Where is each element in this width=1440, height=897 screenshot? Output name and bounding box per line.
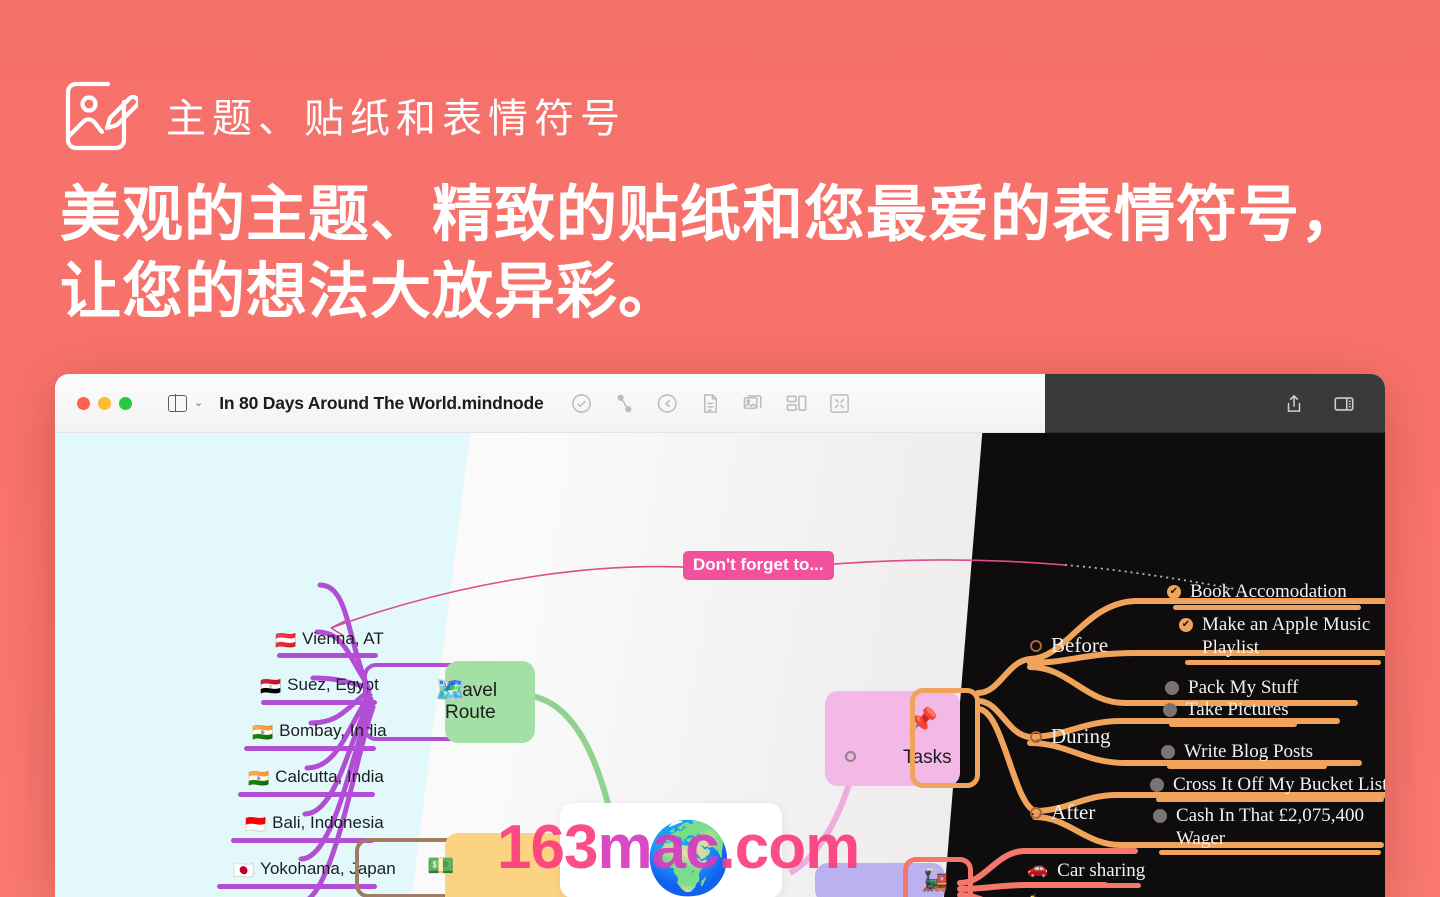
sidebar-icon (168, 393, 187, 413)
node-bullet (845, 751, 856, 762)
node-tasks-frame[interactable] (910, 688, 980, 788)
leaf-underline (238, 792, 375, 797)
task-group-label: After (1051, 800, 1096, 824)
page-title: 美观的主题、精致的贴纸和您最爱的表情符号， 让您的想法大放异彩。 (60, 176, 1390, 330)
leaf-underline (277, 653, 378, 658)
hero-title-line-2: 让您的想法大放异彩。 (60, 256, 681, 325)
transport-item[interactable]: 🚗 Car sharing (1027, 859, 1145, 882)
flag-icon: 🇪🇬 (260, 677, 282, 696)
task-item[interactable]: ✔ Book Accomodation (1167, 580, 1347, 603)
leaf-underline (217, 884, 377, 889)
watermark-part-b: mac (597, 813, 719, 882)
image-edit-icon (62, 78, 141, 152)
hero-eyebrow-row: 主题、贴纸和表情符号 (62, 78, 626, 152)
task-group-label: Before (1051, 633, 1109, 657)
watermark: 163mac.com (497, 812, 861, 883)
scooter-icon: 🛵 (1025, 893, 1046, 897)
checkmark-circle-icon[interactable] (570, 392, 593, 415)
hero-section: 主题、贴纸和表情符号 美观的主题、精致的贴纸和您最爱的表情符号， 让您的想法大放… (0, 0, 1440, 370)
zoom-button[interactable] (119, 396, 132, 410)
note-icon[interactable] (699, 392, 722, 415)
list-item-label: Bali, Indonesia (272, 813, 384, 832)
task-item[interactable]: Write Blog Posts (1161, 740, 1313, 763)
task-group-label: During (1051, 724, 1111, 748)
leaf-underline (244, 746, 376, 751)
document-title[interactable]: In 80 Days Around The World.mindnode (219, 393, 544, 414)
list-item[interactable]: 🇮🇳 Calcutta, India (248, 767, 384, 789)
flag-icon: 🇮🇩 (245, 815, 267, 834)
list-item[interactable]: 🇪🇬 Suez, Egypt (260, 675, 379, 697)
leaf-underline (1156, 797, 1384, 802)
group-bullet-icon (1030, 730, 1042, 743)
list-item-label: Vienna, AT (302, 629, 384, 648)
car-icon: 🚗 (1027, 859, 1049, 878)
right-toolbar[interactable] (1283, 374, 1355, 433)
leaf-underline (231, 838, 374, 843)
transport-item-label: Car sharing (1057, 860, 1146, 881)
checkbox-checked-icon[interactable]: ✔ (1179, 618, 1193, 632)
task-group-title[interactable]: During (1030, 724, 1111, 749)
watermark-part-a: 163 (497, 813, 598, 882)
transport-item-label: Scooters (1055, 893, 1120, 897)
task-item[interactable]: Cross It Off My Bucket List (1150, 773, 1385, 796)
checkbox-empty-icon[interactable] (1161, 745, 1175, 759)
task-item-label: Pack My Stuff (1188, 677, 1299, 698)
task-item[interactable]: Pack My Stuff (1165, 676, 1298, 699)
flag-icon: 🇦🇹 (275, 631, 297, 650)
fold-icon[interactable] (828, 392, 851, 415)
checkbox-empty-icon[interactable] (1153, 809, 1167, 823)
toolbar[interactable] (570, 392, 851, 415)
checkbox-empty-icon[interactable] (1165, 681, 1179, 695)
node-transport-frame[interactable] (903, 857, 973, 897)
money-sticker-icon: 💵 (427, 853, 455, 878)
task-item[interactable]: ✔ Make an Apple Music Playlist (1179, 613, 1385, 659)
task-item-label: Take Pictures (1186, 699, 1289, 720)
task-item[interactable]: Cash In That £2,075,400 Wager (1153, 804, 1368, 850)
task-item-label: Write Blog Posts (1184, 741, 1314, 762)
leaf-underline (1169, 722, 1297, 727)
transport-item[interactable]: 🛵 Scooters (1025, 893, 1121, 897)
task-item-label: Book Accomodation (1190, 581, 1347, 602)
task-item[interactable]: Take Pictures (1163, 698, 1289, 721)
list-item[interactable]: 🇮🇩 Bali, Indonesia (245, 813, 384, 835)
checkbox-checked-icon[interactable]: ✔ (1167, 585, 1181, 599)
minimize-button[interactable] (98, 396, 111, 410)
inspector-icon[interactable] (1333, 393, 1355, 415)
hero-eyebrow: 主题、贴纸和表情符号 (166, 97, 626, 141)
flag-icon: 🇮🇳 (248, 769, 270, 788)
leaf-underline (1173, 605, 1361, 610)
window-titlebar: ⌄ In 80 Days Around The World.mindnode (55, 374, 1385, 433)
hero-title-line-1: 美观的主题、精致的贴纸和您最爱的表情符号， (60, 180, 1363, 248)
checkbox-empty-icon[interactable] (1163, 703, 1177, 717)
leaf-underline (1167, 764, 1327, 769)
leaf-underline (261, 700, 377, 705)
flag-icon: 🇯🇵 (233, 861, 255, 880)
close-button[interactable] (77, 396, 90, 410)
list-item[interactable]: 🇦🇹 Vienna, AT (275, 629, 384, 651)
checkbox-empty-icon[interactable] (1150, 778, 1164, 792)
leaf-underline (1159, 850, 1381, 855)
node-travel-route-text-left: Travel Route (385, 681, 505, 721)
stickers-icon[interactable] (742, 392, 765, 415)
traffic-lights[interactable] (77, 396, 132, 410)
layout-icon[interactable] (785, 392, 808, 415)
group-bullet-icon (1030, 806, 1042, 819)
leaf-underline (1033, 883, 1141, 888)
share-icon[interactable] (1283, 393, 1305, 415)
connection-icon[interactable] (613, 392, 636, 415)
chevron-down-icon: ⌄ (194, 396, 204, 409)
task-group-title[interactable]: After (1030, 800, 1095, 825)
watermark-part-c: .com (718, 813, 861, 882)
flag-icon: 🇮🇳 (252, 723, 274, 742)
connection-label[interactable]: Don't forget to... (683, 551, 834, 580)
task-item-label: Make an Apple Music Playlist (1202, 614, 1371, 659)
group-bullet-icon (1030, 639, 1042, 652)
task-item-label: Cash In That £2,075,400 Wager (1176, 805, 1365, 850)
leaf-underline (1185, 660, 1381, 665)
task-item-label: Cross It Off My Bucket List (1173, 774, 1385, 795)
focus-icon[interactable] (656, 392, 679, 415)
task-group-title[interactable]: Before (1030, 633, 1108, 658)
sidebar-toggle-button[interactable]: ⌄ (168, 393, 204, 413)
list-item-label: Calcutta, India (275, 767, 384, 786)
